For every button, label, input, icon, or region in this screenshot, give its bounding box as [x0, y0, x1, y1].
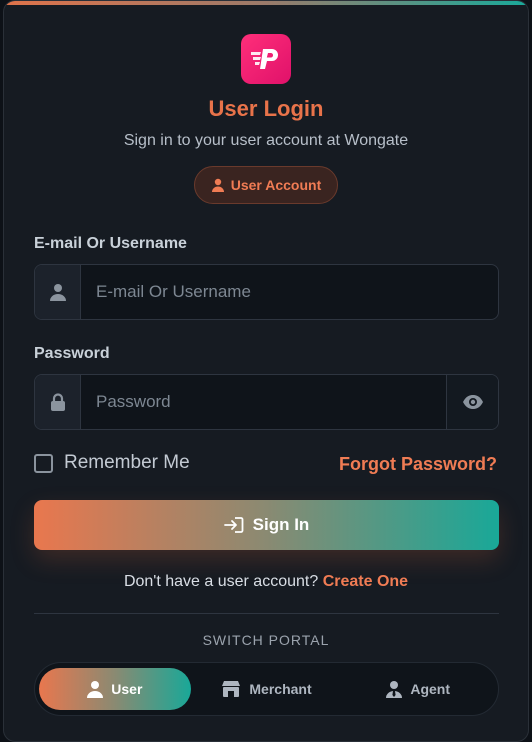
email-field-group: [34, 264, 499, 320]
brand-logo-icon: [241, 34, 291, 84]
sign-in-button[interactable]: Sign In: [34, 500, 499, 550]
sign-in-icon: [223, 517, 244, 533]
password-field[interactable]: [81, 375, 446, 429]
remember-me[interactable]: Remember Me: [34, 452, 190, 474]
divider: [34, 613, 499, 614]
store-icon: [222, 681, 241, 697]
account-type-badge: User Account: [194, 166, 338, 204]
portal-switch: User Merchant Agent: [34, 662, 499, 716]
portal-agent-button[interactable]: Agent: [342, 668, 494, 710]
password-addon: [35, 375, 81, 429]
user-icon: [49, 284, 66, 301]
password-toggle-button[interactable]: [446, 375, 498, 429]
lock-icon: [50, 393, 65, 411]
forgot-password-link[interactable]: Forgot Password?: [339, 454, 497, 475]
register-prompt: Don't have a user account? Create One: [4, 573, 528, 591]
register-prompt-text: Don't have a user account?: [123, 573, 319, 590]
portal-agent-label: Agent: [410, 681, 451, 697]
user-icon: [87, 681, 104, 698]
portal-merchant-label: Merchant: [249, 681, 312, 697]
badge-label: User Account: [230, 177, 322, 193]
password-field-group: [34, 374, 499, 430]
page-title: User Login: [208, 96, 324, 121]
user-icon: [211, 178, 224, 192]
agent-icon: [386, 681, 403, 698]
remember-me-label: Remember Me: [64, 452, 190, 473]
portal-user-button[interactable]: User: [39, 668, 191, 710]
email-label: E-mail Or Username: [34, 235, 187, 252]
eye-icon: [462, 395, 483, 409]
password-label: Password: [34, 345, 110, 362]
top-accent-bar: [4, 1, 528, 5]
switch-portal-title: SWITCH PORTAL: [202, 632, 330, 648]
portal-merchant-button[interactable]: Merchant: [191, 668, 343, 710]
create-account-link[interactable]: Create One: [323, 573, 408, 590]
sign-in-label: Sign In: [252, 515, 310, 534]
portal-user-label: User: [111, 681, 143, 697]
page-subtitle: Sign in to your user account at Wongate: [123, 132, 409, 149]
login-card: User Login Sign in to your user account …: [3, 0, 529, 742]
remember-me-checkbox[interactable]: [34, 453, 53, 473]
email-addon: [35, 265, 81, 319]
email-field[interactable]: [81, 265, 498, 319]
